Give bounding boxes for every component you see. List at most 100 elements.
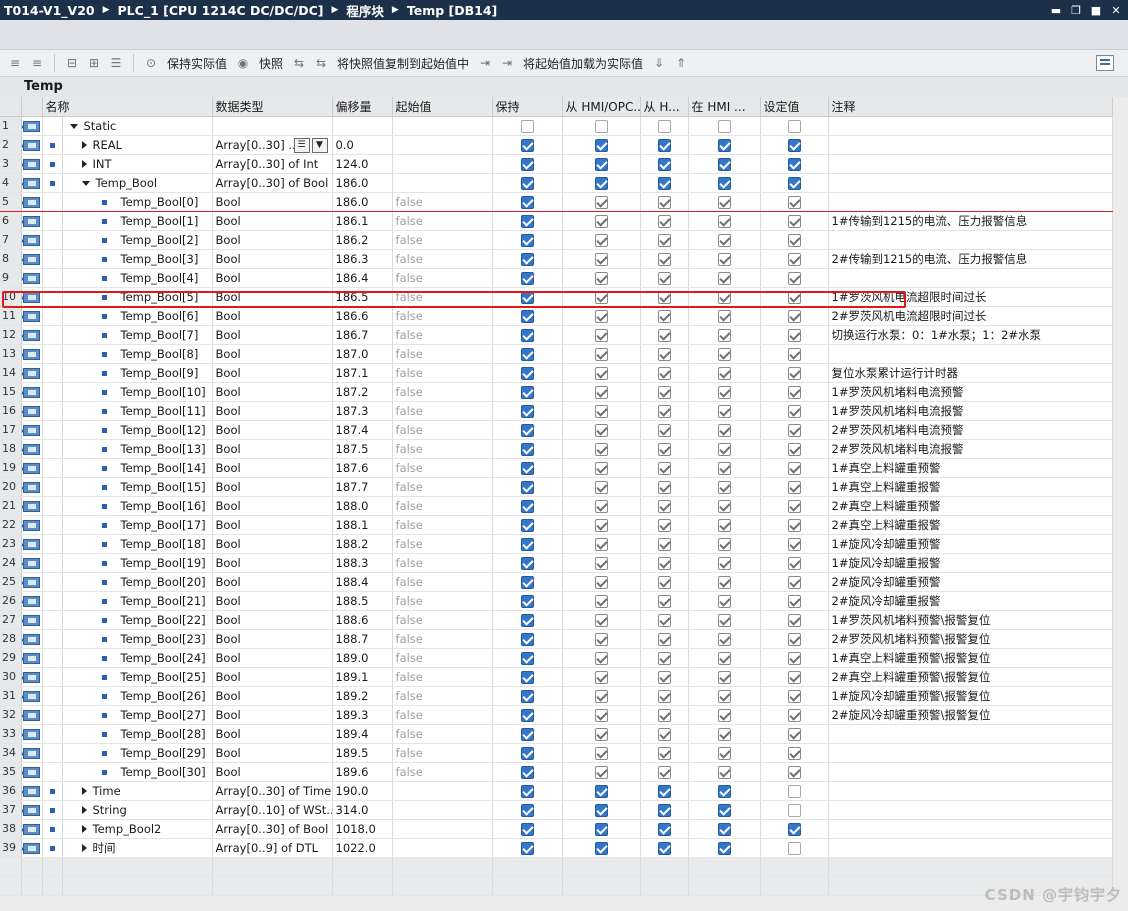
table-row[interactable]: 10 Temp_Bool[5] Bool 186.5 false 1#罗茨风机电流超限时间…: [0, 287, 1113, 307]
retain-checkbox[interactable]: [520, 651, 534, 665]
retain-checkbox[interactable]: [520, 138, 534, 152]
setpoint-checkbox[interactable]: [787, 176, 801, 190]
from-h-checkbox[interactable]: [657, 157, 671, 171]
start-value-cell[interactable]: false: [392, 477, 493, 497]
crumb-project[interactable]: T014-V1_V20: [4, 3, 95, 18]
datatype-cell[interactable]: Bool: [212, 230, 333, 250]
table-row[interactable]: 8 Temp_Bool[3] Bool 186.3 false 2#传输到1215的电流、…: [0, 249, 1113, 269]
from-h-checkbox[interactable]: [657, 765, 671, 779]
from-h-checkbox[interactable]: [657, 537, 671, 551]
hmi-opc-checkbox[interactable]: [594, 461, 608, 475]
from-h-checkbox[interactable]: [657, 385, 671, 399]
from-h-checkbox[interactable]: [657, 233, 671, 247]
datatype-cell[interactable]: Bool: [212, 211, 333, 231]
name-cell[interactable]: Temp_Bool[29]: [62, 743, 213, 763]
start-value-cell[interactable]: false: [392, 629, 493, 649]
datatype-cell[interactable]: Array[0..30] of Int: [212, 154, 333, 174]
setpoint-checkbox[interactable]: [787, 366, 801, 380]
row-number[interactable]: 2: [0, 135, 22, 155]
retain-checkbox[interactable]: [520, 594, 534, 608]
in-hmi-checkbox[interactable]: [717, 271, 731, 285]
start-value-cell[interactable]: [392, 173, 493, 193]
table-row[interactable]: 33 Temp_Bool[28] Bool 189.4 false: [0, 724, 1113, 744]
copy-snapshot-icon[interactable]: ⇆: [291, 55, 307, 71]
expand-arrow-icon[interactable]: [81, 141, 87, 149]
comment-cell[interactable]: [828, 116, 1113, 136]
table-row[interactable]: 23 Temp_Bool[18] Bool 188.2 false 1#旋风冷却罐重预警: [0, 534, 1113, 554]
row-number[interactable]: 23: [0, 534, 22, 554]
retain-checkbox[interactable]: [520, 252, 534, 266]
datatype-cell[interactable]: Bool: [212, 515, 333, 535]
from-h-checkbox[interactable]: [657, 594, 671, 608]
start-value-cell[interactable]: false: [392, 743, 493, 763]
datatype-cell[interactable]: Bool: [212, 325, 333, 345]
start-value-cell[interactable]: false: [392, 724, 493, 744]
retain-checkbox[interactable]: [520, 442, 534, 456]
datatype-cell[interactable]: Bool: [212, 268, 333, 288]
start-value-cell[interactable]: [392, 838, 493, 858]
name-cell[interactable]: Temp_Bool[8]: [62, 344, 213, 364]
table-row[interactable]: 37 String Array[0..10] of WSt... 314.0: [0, 800, 1113, 820]
snapshot-button[interactable]: 快照: [259, 55, 283, 72]
table-row[interactable]: 3 INT Array[0..30] of Int 124.0: [0, 154, 1113, 174]
comment-cell[interactable]: 1#旋风冷却罐重报警: [828, 553, 1113, 573]
retain-checkbox[interactable]: [520, 404, 534, 418]
comment-cell[interactable]: [828, 838, 1113, 858]
retain-checkbox[interactable]: [520, 157, 534, 171]
retain-checkbox[interactable]: [520, 518, 534, 532]
setpoint-checkbox[interactable]: [787, 252, 801, 266]
start-value-cell[interactable]: false: [392, 382, 493, 402]
table-row[interactable]: 2 REAL Array[0..30] ... ☰ ▼ 0.0: [0, 135, 1113, 155]
snapshot-icon[interactable]: ◉: [235, 55, 251, 71]
datatype-cell[interactable]: Array[0..10] of WSt...: [212, 800, 333, 820]
row-number[interactable]: 24: [0, 553, 22, 573]
from-h-checkbox[interactable]: [657, 328, 671, 342]
datatype-cell[interactable]: Array[0..30] of Bool: [212, 819, 333, 839]
in-hmi-checkbox[interactable]: [717, 651, 731, 665]
hmi-opc-checkbox[interactable]: [594, 822, 608, 836]
expand-arrow-icon[interactable]: [81, 825, 87, 833]
start-value-cell[interactable]: [392, 154, 493, 174]
row-number[interactable]: 16: [0, 401, 22, 421]
datatype-cell[interactable]: Bool: [212, 439, 333, 459]
setpoint-checkbox[interactable]: [787, 727, 801, 741]
row-number[interactable]: 5: [0, 191, 22, 212]
table-row[interactable]: 27 Temp_Bool[22] Bool 188.6 false 1#罗茨风机堵料预警\…: [0, 610, 1113, 630]
retain-checkbox[interactable]: [520, 746, 534, 760]
collapse-icon[interactable]: ⊞: [86, 55, 102, 71]
retain-checkbox[interactable]: [520, 613, 534, 627]
table-row[interactable]: 39 时间 Array[0..9] of DTL 1022.0: [0, 838, 1113, 858]
datatype-cell[interactable]: Bool: [212, 382, 333, 402]
comment-cell[interactable]: [828, 819, 1113, 839]
hmi-opc-checkbox[interactable]: [594, 366, 608, 380]
comment-cell[interactable]: [828, 154, 1113, 174]
hmi-opc-checkbox[interactable]: [594, 347, 608, 361]
setpoint-checkbox[interactable]: [787, 822, 801, 836]
monitor-icon[interactable]: ⊙: [143, 55, 159, 71]
retain-checkbox[interactable]: [520, 708, 534, 722]
in-hmi-checkbox[interactable]: [717, 176, 731, 190]
in-hmi-checkbox[interactable]: [717, 328, 731, 342]
from-h-checkbox[interactable]: [657, 176, 671, 190]
maximize-icon[interactable]: ■: [1090, 4, 1102, 17]
name-cell[interactable]: Temp_Bool[0]: [62, 191, 213, 212]
start-value-cell[interactable]: false: [392, 363, 493, 383]
from-h-checkbox[interactable]: [657, 499, 671, 513]
row-number[interactable]: 3: [0, 154, 22, 174]
datatype-cell[interactable]: Bool: [212, 648, 333, 668]
from-h-checkbox[interactable]: [657, 784, 671, 798]
comment-cell[interactable]: [828, 724, 1113, 744]
name-cell[interactable]: Temp_Bool2: [62, 819, 213, 839]
comment-cell[interactable]: 2#旋风冷却罐重报警: [828, 591, 1113, 611]
comment-cell[interactable]: [828, 762, 1113, 782]
start-value-cell[interactable]: false: [392, 534, 493, 554]
name-cell[interactable]: Temp_Bool[7]: [62, 325, 213, 345]
in-hmi-checkbox[interactable]: [717, 461, 731, 475]
retain-checkbox[interactable]: [520, 499, 534, 513]
comment-cell[interactable]: 1#旋风冷却罐重预警: [828, 534, 1113, 554]
collapse-arrow-icon[interactable]: [81, 180, 90, 186]
setpoint-checkbox[interactable]: [787, 195, 801, 209]
comment-cell[interactable]: [828, 800, 1113, 820]
in-hmi-checkbox[interactable]: [717, 442, 731, 456]
header-in-hmi[interactable]: 在 HMI ...: [688, 97, 761, 117]
